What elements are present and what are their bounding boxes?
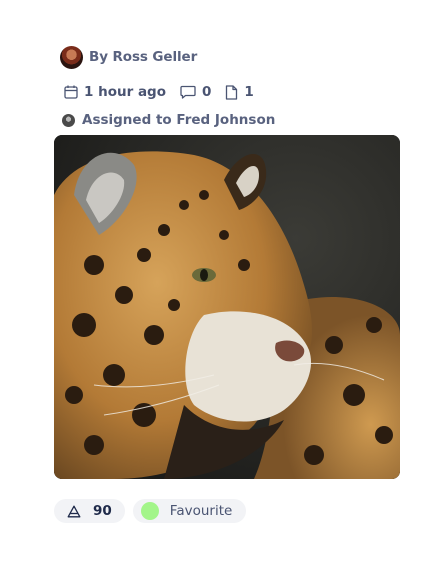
triangle-icon bbox=[67, 505, 81, 517]
calendar-icon bbox=[64, 85, 78, 99]
post-meta: 1 hour ago 0 1 bbox=[54, 81, 400, 103]
page-count-text: 1 bbox=[244, 84, 254, 100]
comment-count[interactable]: 0 bbox=[180, 84, 211, 100]
author-avatar[interactable] bbox=[60, 45, 83, 69]
assigned-row: Assigned to Fred Johnson bbox=[54, 110, 400, 130]
likes-chip[interactable]: 90 bbox=[54, 499, 125, 523]
post-image[interactable] bbox=[54, 135, 400, 479]
post-footer: 90 Favourite bbox=[54, 499, 247, 523]
favourite-label: Favourite bbox=[169, 503, 233, 519]
assigned-text[interactable]: Assigned to Fred Johnson bbox=[82, 112, 275, 128]
assignee-avatar bbox=[62, 113, 75, 127]
page-icon bbox=[226, 84, 238, 100]
tag-color-dot bbox=[140, 502, 159, 520]
post-card: By Ross Geller 1 hour ago 0 1 Assigned t… bbox=[54, 40, 400, 523]
comment-count-text: 0 bbox=[202, 84, 212, 100]
time-text: 1 hour ago bbox=[84, 84, 166, 100]
favourite-tag[interactable]: Favourite bbox=[132, 499, 247, 523]
post-time: 1 hour ago bbox=[64, 84, 166, 100]
likes-count: 90 bbox=[93, 503, 112, 519]
jaguar-image bbox=[54, 135, 400, 479]
page-count[interactable]: 1 bbox=[225, 84, 254, 100]
comment-icon bbox=[180, 85, 196, 99]
author-name[interactable]: By Ross Geller bbox=[89, 49, 197, 65]
author-row: By Ross Geller bbox=[54, 44, 400, 70]
